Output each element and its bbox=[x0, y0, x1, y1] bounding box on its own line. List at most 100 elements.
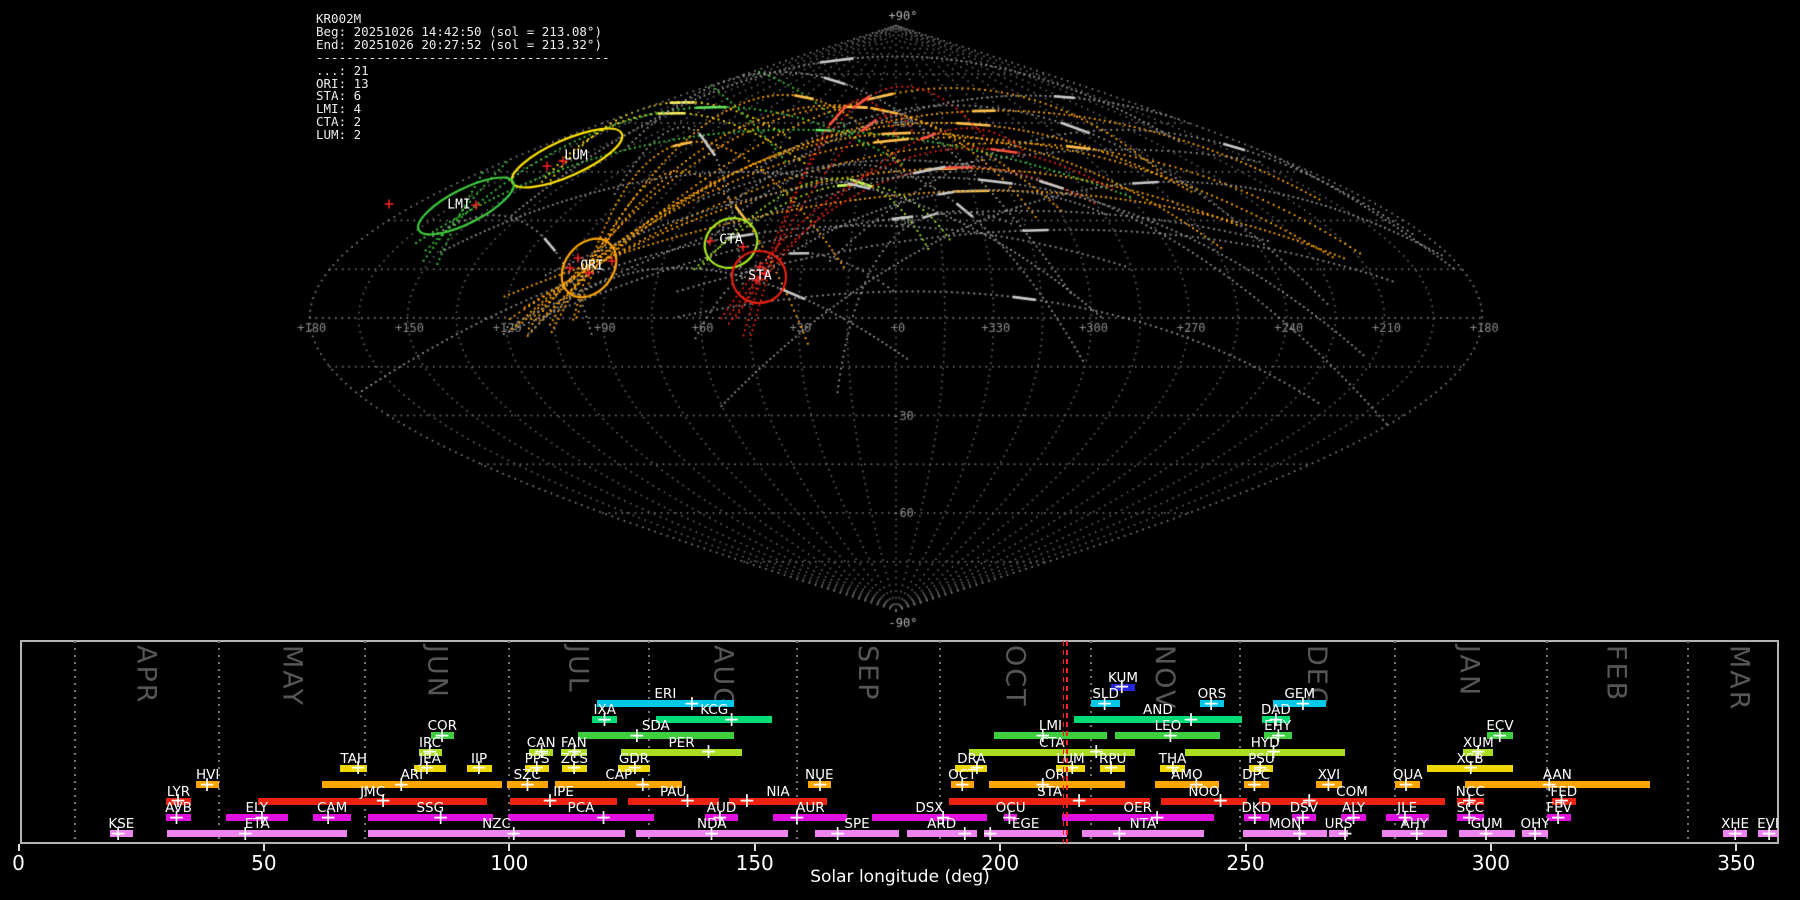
peak-marker-PAU: + bbox=[679, 788, 696, 813]
axis-tick-label: 300 bbox=[1471, 851, 1510, 875]
peak-marker-KCG: + bbox=[723, 706, 741, 731]
peak-marker-ORS: + bbox=[1202, 690, 1220, 715]
month-label-JUL: JUL bbox=[562, 645, 594, 694]
peak-marker-SSG: + bbox=[432, 804, 449, 829]
peak-marker-MON: + bbox=[1291, 820, 1308, 845]
shower-label-OER: OER bbox=[1123, 800, 1153, 816]
peak-marker-FEV: + bbox=[1549, 804, 1567, 829]
peak-marker-AUR: + bbox=[788, 804, 806, 829]
month-gridline bbox=[218, 641, 221, 843]
peak-marker-RPU: + bbox=[1102, 755, 1120, 780]
axis-tick bbox=[262, 844, 265, 851]
month-label-MAR: MAR bbox=[1723, 645, 1755, 712]
peak-marker-ETA: + bbox=[236, 820, 254, 845]
peak-marker-AND: + bbox=[1182, 706, 1200, 731]
month-label-NOV: NOV bbox=[1149, 645, 1181, 711]
month-gridline bbox=[1687, 641, 1690, 843]
peak-marker-IXA: + bbox=[596, 706, 613, 731]
peak-marker-IIP: + bbox=[470, 755, 488, 780]
axis-tick bbox=[508, 844, 511, 851]
radiant-label-ORI: ORI bbox=[580, 258, 604, 274]
month-gridline bbox=[508, 641, 511, 843]
shower-label-PCA: PCA bbox=[567, 800, 595, 816]
peak-marker-LEO: + bbox=[1162, 722, 1179, 747]
peak-marker-NZC: + bbox=[505, 820, 523, 845]
radiant-sky-map-canvas bbox=[0, 0, 1800, 640]
peak-marker-IPE: + bbox=[541, 788, 559, 813]
radiant-label-LUM: LUM bbox=[564, 148, 588, 164]
shower-label-COM: COM bbox=[1336, 783, 1368, 800]
peak-marker-CAP: + bbox=[634, 771, 652, 796]
axis-tick bbox=[999, 844, 1002, 851]
axis-tick bbox=[1244, 844, 1247, 851]
month-label-JAN: JAN bbox=[1453, 645, 1485, 698]
peak-marker-XHE: + bbox=[1726, 820, 1744, 845]
axis-tick-label: 250 bbox=[1226, 851, 1265, 875]
axis-tick bbox=[1489, 844, 1492, 851]
peak-marker-NOO: + bbox=[1212, 788, 1229, 813]
peak-marker-CAM: + bbox=[319, 804, 337, 829]
shower-label-ERI: ERI bbox=[654, 686, 677, 702]
peak-marker-SDA: + bbox=[628, 722, 646, 747]
peak-marker-XCB: + bbox=[1462, 755, 1480, 780]
peak-marker-XVI: + bbox=[1320, 771, 1337, 796]
shower-label-NTA: NTA bbox=[1129, 816, 1157, 832]
radiant-label-LMI: LMI bbox=[447, 197, 471, 213]
peak-marker-KSE: + bbox=[109, 820, 127, 845]
month-label-MAY: MAY bbox=[276, 645, 308, 708]
month-label-APR: APR bbox=[130, 645, 162, 705]
peak-marker-ARI: + bbox=[392, 771, 410, 796]
peak-marker-ERI: + bbox=[683, 690, 701, 715]
peak-marker-STA: + bbox=[1070, 788, 1088, 813]
axis-tick bbox=[753, 844, 756, 851]
peak-marker-ZCS: + bbox=[565, 755, 583, 780]
radiant-label-STA: STA bbox=[748, 268, 772, 284]
peak-marker-AHY: + bbox=[1408, 820, 1426, 845]
month-label-JUN: JUN bbox=[421, 645, 453, 699]
peak-marker-PER: + bbox=[700, 739, 717, 764]
peak-marker-ARD: + bbox=[956, 820, 974, 845]
month-gridline bbox=[74, 641, 77, 843]
peak-marker-DKD: + bbox=[1246, 804, 1264, 829]
peak-marker-NUE: + bbox=[811, 771, 829, 796]
axis-tick-label: 100 bbox=[490, 851, 529, 875]
peak-marker-NIA: + bbox=[738, 788, 756, 813]
month-gridline bbox=[364, 641, 366, 843]
axis-tick-label: 150 bbox=[735, 851, 774, 875]
peak-marker-SZC: + bbox=[519, 771, 536, 796]
shower-label-STA: STA bbox=[1037, 783, 1063, 800]
axis-tick-label: 0 bbox=[12, 851, 25, 875]
axis-tick bbox=[17, 844, 20, 851]
shower-label-SPE: SPE bbox=[844, 816, 870, 832]
shower-label-CAP: CAP bbox=[605, 767, 633, 783]
peak-marker-OHY: + bbox=[1526, 820, 1544, 845]
x-axis-title: Solar longitude (deg) bbox=[810, 867, 990, 887]
shower-label-SDA: SDA bbox=[641, 718, 670, 734]
observation-interval-line bbox=[1062, 641, 1065, 843]
peak-marker-DPC: + bbox=[1245, 771, 1263, 796]
shower-label-CTA: CTA bbox=[1038, 734, 1065, 751]
peak-marker-NTA: + bbox=[1110, 820, 1128, 845]
peak-marker-QUA: + bbox=[1397, 771, 1415, 796]
shower-label-ARD: ARD bbox=[927, 816, 957, 832]
peak-marker-URS: + bbox=[1336, 820, 1354, 845]
radiant-label-CTA: CTA bbox=[719, 232, 743, 248]
shower-label-EGE: EGE bbox=[1011, 816, 1040, 832]
peak-marker-SLD: + bbox=[1096, 690, 1114, 715]
peak-marker-GEM: + bbox=[1294, 690, 1312, 715]
axis-tick-label: 50 bbox=[251, 851, 277, 875]
peak-marker-JMC: + bbox=[374, 788, 392, 813]
observation-header: KR002M Beg: 20251026 14:42:50 (sol = 213.… bbox=[316, 12, 610, 142]
month-gridline bbox=[1393, 641, 1396, 843]
shower-label-NIA: NIA bbox=[766, 783, 790, 800]
peak-marker-EVI: + bbox=[1760, 820, 1778, 845]
month-label-SEP: SEP bbox=[852, 645, 884, 702]
peak-marker-GUM: + bbox=[1477, 820, 1495, 845]
peak-marker-AVB: + bbox=[168, 804, 185, 829]
peak-marker-EGE: + bbox=[981, 820, 999, 845]
axis-tick bbox=[1735, 844, 1738, 851]
peak-marker-NDA: + bbox=[703, 820, 720, 845]
peak-marker-ECV: + bbox=[1491, 722, 1509, 747]
month-gridline bbox=[648, 641, 651, 843]
shower-label-AND: AND bbox=[1143, 702, 1173, 718]
